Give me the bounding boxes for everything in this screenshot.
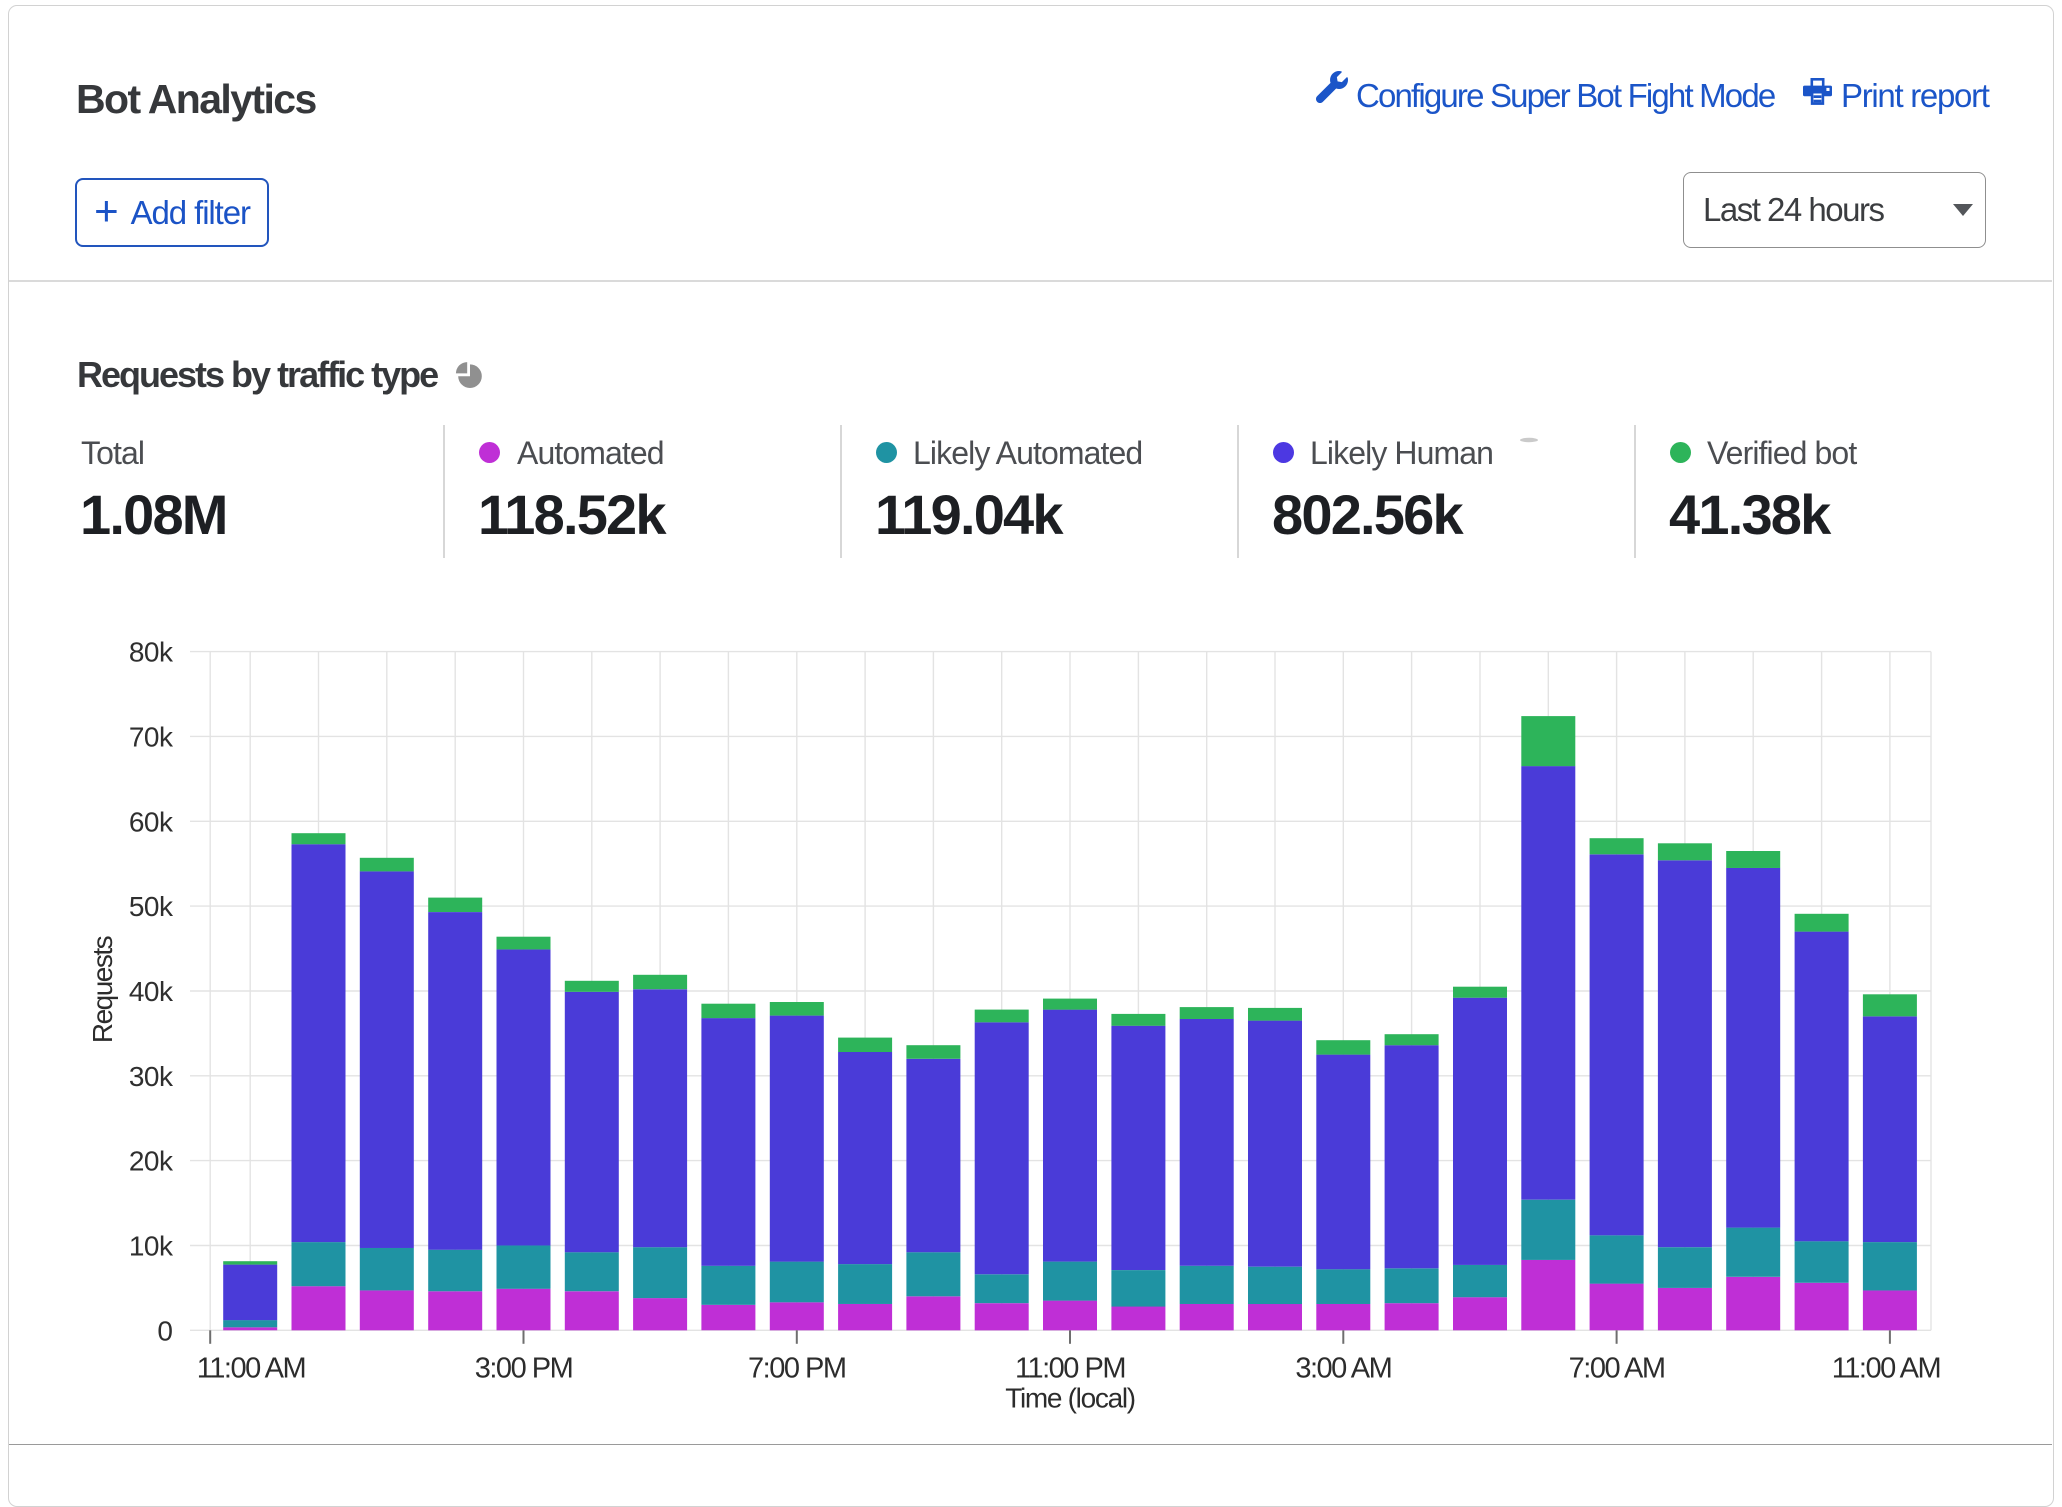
- svg-text:30k: 30k: [129, 1061, 174, 1092]
- svg-text:7:00 PM: 7:00 PM: [748, 1353, 846, 1385]
- svg-text:80k: 80k: [129, 637, 174, 668]
- svg-text:0: 0: [157, 1315, 172, 1346]
- svg-text:20k: 20k: [129, 1146, 174, 1177]
- svg-text:40k: 40k: [129, 976, 174, 1007]
- svg-text:11:00 AM: 11:00 AM: [1832, 1353, 1940, 1385]
- svg-text:11:00 PM: 11:00 PM: [1015, 1353, 1125, 1385]
- svg-text:Time (local): Time (local): [1005, 1383, 1135, 1414]
- svg-text:50k: 50k: [129, 891, 174, 922]
- svg-text:Requests: Requests: [87, 936, 118, 1043]
- svg-text:10k: 10k: [129, 1231, 174, 1262]
- svg-text:3:00 AM: 3:00 AM: [1295, 1353, 1391, 1385]
- svg-text:7:00 AM: 7:00 AM: [1569, 1353, 1665, 1385]
- svg-text:11:00 AM: 11:00 AM: [197, 1353, 305, 1385]
- svg-text:60k: 60k: [129, 806, 174, 837]
- svg-text:70k: 70k: [129, 721, 174, 752]
- svg-text:3:00 PM: 3:00 PM: [475, 1353, 573, 1385]
